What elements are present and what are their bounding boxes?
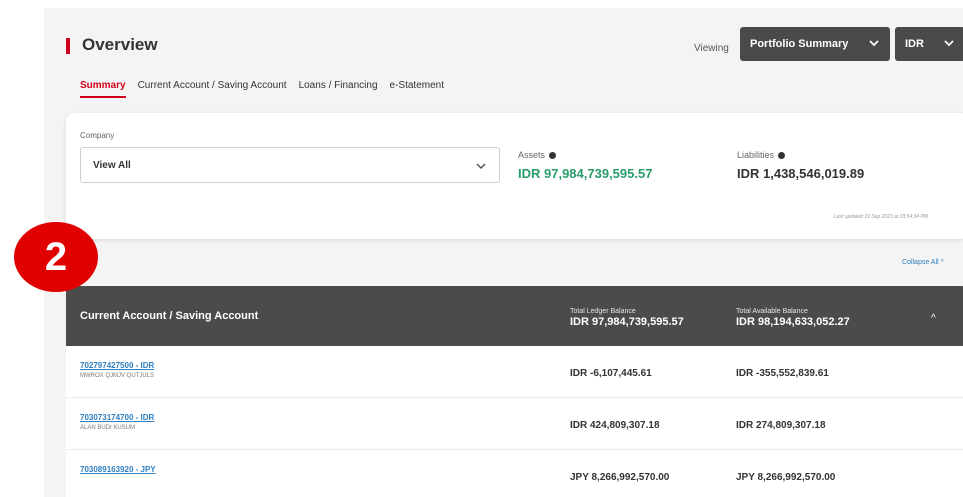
ledger-balance: IDR 424,809,307.18	[570, 420, 660, 431]
tab-summary[interactable]: Summary	[80, 80, 126, 98]
page: Overview Viewing Portfolio Summary IDR S…	[44, 8, 963, 497]
step-number-badge: 2	[14, 222, 98, 292]
summary-card: Company View All Assets IDR 97,984,739,5…	[66, 113, 963, 239]
account-list: 702797427500 - IDR MWROX QJMJV QUTJULS I…	[66, 346, 963, 497]
portfolio-select[interactable]: Portfolio Summary	[740, 27, 890, 61]
available-balance: IDR 274,809,307.18	[736, 420, 826, 431]
assets-value: IDR 97,984,739,595.57	[518, 166, 653, 181]
account-holder-name: MWROX QJMJV QUTJULS	[80, 373, 155, 379]
chevron-down-icon	[944, 40, 954, 47]
account-panel-header[interactable]: Current Account / Saving Account Total L…	[66, 286, 963, 346]
account-panel-title: Current Account / Saving Account	[80, 310, 259, 322]
tab-estatement[interactable]: e-Statement	[390, 80, 444, 98]
liabilities-label: Liabilities	[737, 150, 786, 160]
viewing-label: Viewing	[694, 43, 729, 54]
table-row: 702797427500 - IDR MWROX QJMJV QUTJULS I…	[66, 346, 963, 398]
total-available-value: IDR 98,194,633,052.27	[736, 316, 850, 328]
last-updated-text: Last updated 19 Sep 2023 at 03:54:34 PM	[834, 214, 928, 220]
tab-bar: Summary Current Account / Saving Account…	[80, 80, 444, 98]
info-icon[interactable]	[549, 151, 557, 159]
currency-select[interactable]: IDR	[895, 27, 963, 61]
company-select[interactable]: View All	[80, 147, 500, 183]
tab-current-account[interactable]: Current Account / Saving Account	[138, 80, 287, 98]
ledger-balance: JPY 8,266,992,570.00	[570, 472, 670, 483]
total-ledger-label: Total Ledger Balance	[570, 308, 636, 315]
portfolio-select-value: Portfolio Summary	[750, 38, 849, 50]
available-balance: IDR -355,552,839.61	[736, 368, 829, 379]
table-row: 703089163920 - JPY JPY 8,266,992,570.00 …	[66, 450, 963, 497]
tab-loans[interactable]: Loans / Financing	[299, 80, 378, 98]
currency-select-value: IDR	[905, 38, 924, 50]
account-link[interactable]: 703089163920 - JPY	[80, 465, 156, 474]
account-link[interactable]: 703073174700 - IDR	[80, 413, 154, 422]
total-available-label: Total Available Balance	[736, 308, 808, 315]
chevron-up-icon[interactable]: ^	[931, 313, 936, 324]
collapse-all-link[interactable]: Collapse All ^	[902, 259, 944, 266]
page-title: Overview	[82, 35, 158, 54]
assets-label-text: Assets	[518, 150, 546, 160]
assets-label: Assets	[518, 150, 557, 160]
company-label: Company	[80, 131, 115, 140]
chevron-down-icon	[476, 163, 486, 170]
title-accent-bar	[66, 38, 70, 54]
available-balance: JPY 8,266,992,570.00	[736, 472, 836, 483]
info-icon[interactable]	[778, 151, 786, 159]
account-holder-name: ALAN BUDI KUSUM	[80, 425, 136, 431]
account-link[interactable]: 702797427500 - IDR	[80, 361, 154, 370]
liabilities-value: IDR 1,438,546,019.89	[737, 166, 865, 181]
ledger-balance: IDR -6,107,445.61	[570, 368, 652, 379]
liabilities-label-text: Liabilities	[737, 150, 775, 160]
chevron-down-icon	[869, 40, 879, 47]
table-row: 703073174700 - IDR ALAN BUDI KUSUM IDR 4…	[66, 398, 963, 450]
company-select-value: View All	[93, 159, 131, 171]
total-ledger-value: IDR 97,984,739,595.57	[570, 316, 684, 328]
